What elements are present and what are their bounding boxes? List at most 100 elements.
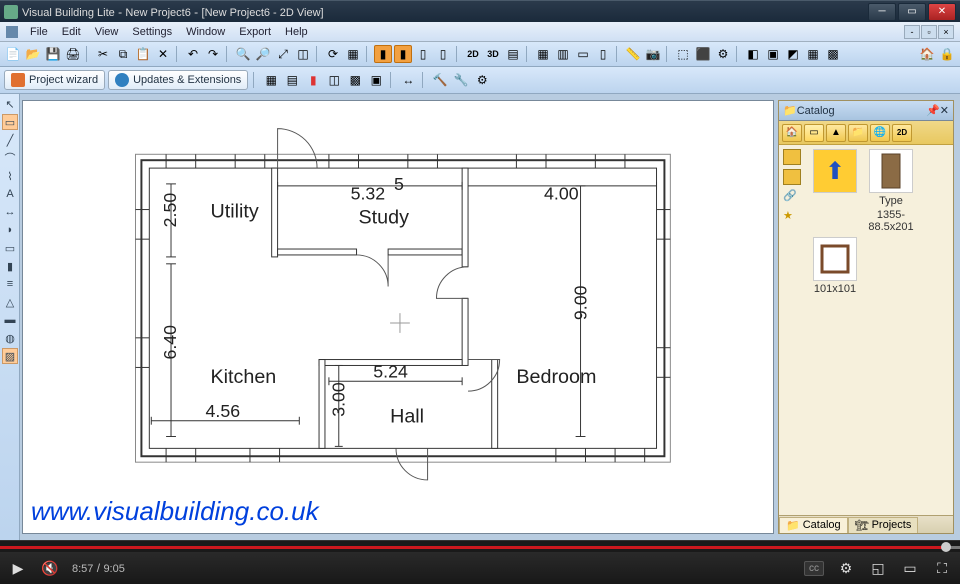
misc1-icon[interactable]: ◧ xyxy=(744,45,762,63)
home-icon[interactable]: 🏠 xyxy=(918,45,936,63)
tree-link-icon[interactable]: 🔗 xyxy=(783,189,801,205)
play-button[interactable]: ▶ xyxy=(8,558,28,578)
folder-closed-icon[interactable] xyxy=(783,149,801,165)
catalog-item-door[interactable]: 101x101 xyxy=(809,237,861,295)
catalog-header[interactable]: 📁 Catalog 📌 ✕ xyxy=(779,101,953,121)
snap-end-icon[interactable]: ▮ xyxy=(374,45,392,63)
cat-home-icon[interactable]: 🏠 xyxy=(782,124,802,142)
folder-open-icon[interactable] xyxy=(783,169,801,185)
layer-icon[interactable]: ⬚ xyxy=(674,45,692,63)
cat-tab2-icon[interactable]: ▲ xyxy=(826,124,846,142)
pin-icon[interactable]: 📌 xyxy=(926,104,940,117)
select-tool[interactable]: ↖ xyxy=(2,96,18,112)
undo-icon[interactable]: ↶ xyxy=(184,45,202,63)
cat-tab1-icon[interactable]: ▭ xyxy=(804,124,824,142)
door-tool[interactable]: ◗ xyxy=(2,222,18,238)
new-icon[interactable]: 📄 xyxy=(4,45,22,63)
catalog-item-up[interactable]: ⬆ xyxy=(809,149,861,233)
text-tool[interactable]: A xyxy=(2,186,18,202)
catalog-toggle-icon[interactable]: ⬛ xyxy=(694,45,712,63)
lock-icon[interactable]: 🔒 xyxy=(938,45,956,63)
tool-e-icon[interactable]: ▣ xyxy=(367,71,385,89)
dimension-tool[interactable]: ↔ xyxy=(2,204,18,220)
line-tool[interactable]: ╱ xyxy=(2,132,18,148)
menu-file[interactable]: File xyxy=(24,24,54,40)
mdi-minimize-button[interactable]: - xyxy=(904,25,920,39)
menu-edit[interactable]: Edit xyxy=(56,24,87,40)
zoom-window-icon[interactable]: ◫ xyxy=(294,45,312,63)
menu-window[interactable]: Window xyxy=(180,24,231,40)
cat-tab5-icon[interactable]: 2D xyxy=(892,124,912,142)
print-icon[interactable]: 🖨 xyxy=(64,45,82,63)
catalog-tab[interactable]: 📁Catalog xyxy=(779,517,848,533)
window-horiz-icon[interactable]: ▭ xyxy=(574,45,592,63)
grid-icon[interactable]: ▦ xyxy=(344,45,362,63)
quality-button[interactable]: ⚙ xyxy=(836,558,856,578)
stair-tool[interactable]: ≡ xyxy=(2,276,18,292)
wall-tool[interactable]: ▭ xyxy=(2,114,18,130)
redo-icon[interactable]: ↷ xyxy=(204,45,222,63)
video-seekbar[interactable] xyxy=(0,540,960,552)
camera-icon[interactable]: 📷 xyxy=(644,45,662,63)
zoom-extents-icon[interactable]: ⤢ xyxy=(274,45,292,63)
view2d-icon[interactable]: 2D xyxy=(464,45,482,63)
menu-view[interactable]: View xyxy=(89,24,125,40)
snap-int-icon[interactable]: ▯ xyxy=(434,45,452,63)
drawing-canvas[interactable]: 2.50 5.32 5 4.00 6.40 9.00 4.56 5.24 3.0… xyxy=(22,100,774,534)
terrain-tool[interactable]: ◍ xyxy=(2,330,18,346)
mute-button[interactable]: 🔇 xyxy=(40,558,60,578)
tool-wrench-icon[interactable]: 🔧 xyxy=(452,71,470,89)
updates-button[interactable]: Updates & Extensions xyxy=(108,70,248,90)
window-tool[interactable]: ▭ xyxy=(2,240,18,256)
snap-perp-icon[interactable]: ▯ xyxy=(414,45,432,63)
popout-button[interactable]: ◱ xyxy=(868,558,888,578)
arc-tool[interactable]: ⌒ xyxy=(2,150,18,166)
fullscreen-button[interactable]: ⛶ xyxy=(932,558,952,578)
close-button[interactable]: ✕ xyxy=(928,3,956,21)
tree-person-icon[interactable]: ★ xyxy=(783,209,801,225)
paste-icon[interactable]: 📋 xyxy=(134,45,152,63)
window-cascade-icon[interactable]: ▥ xyxy=(554,45,572,63)
window-tile-icon[interactable]: ▦ xyxy=(534,45,552,63)
save-icon[interactable]: 💾 xyxy=(44,45,62,63)
refresh-icon[interactable]: ⟳ xyxy=(324,45,342,63)
seek-thumb[interactable] xyxy=(941,542,951,552)
snap-mid-icon[interactable]: ▮ xyxy=(394,45,412,63)
copy-icon[interactable]: ⧉ xyxy=(114,45,132,63)
roof-tool[interactable]: △ xyxy=(2,294,18,310)
tool-flag-icon[interactable]: ▮ xyxy=(304,71,322,89)
titlebar[interactable]: Visual Building Lite - New Project6 - [N… xyxy=(0,0,960,22)
polyline-tool[interactable]: ⌇ xyxy=(2,168,18,184)
menu-help[interactable]: Help xyxy=(279,24,314,40)
mdi-restore-button[interactable]: ▫ xyxy=(921,25,937,39)
panel-close-icon[interactable]: ✕ xyxy=(940,104,949,117)
tool-c-icon[interactable]: ◫ xyxy=(325,71,343,89)
tool-a-icon[interactable]: ▦ xyxy=(262,71,280,89)
view-section-icon[interactable]: ▤ xyxy=(504,45,522,63)
misc4-icon[interactable]: ▦ xyxy=(804,45,822,63)
window-vert-icon[interactable]: ▯ xyxy=(594,45,612,63)
tool-hammer-icon[interactable]: 🔨 xyxy=(431,71,449,89)
zoom-out-icon[interactable]: 🔎 xyxy=(254,45,272,63)
column-tool[interactable]: ▮ xyxy=(2,258,18,274)
menu-settings[interactable]: Settings xyxy=(126,24,178,40)
slab-tool[interactable]: ▬ xyxy=(2,312,18,328)
theater-button[interactable]: ▭ xyxy=(900,558,920,578)
options-icon[interactable]: ⚙ xyxy=(714,45,732,63)
open-icon[interactable]: 📂 xyxy=(24,45,42,63)
zoom-in-icon[interactable]: 🔍 xyxy=(234,45,252,63)
tool-b-icon[interactable]: ▤ xyxy=(283,71,301,89)
tool-gear-icon[interactable]: ⚙ xyxy=(473,71,491,89)
cat-tab4-icon[interactable]: 🌐 xyxy=(870,124,890,142)
cut-icon[interactable]: ✂ xyxy=(94,45,112,63)
project-wizard-button[interactable]: Project wizard xyxy=(4,70,105,90)
misc5-icon[interactable]: ▩ xyxy=(824,45,842,63)
tool-arrow-icon[interactable]: ↔ xyxy=(399,71,417,89)
mdi-close-button[interactable]: × xyxy=(938,25,954,39)
view3d-icon[interactable]: 3D xyxy=(484,45,502,63)
maximize-button[interactable]: ▭ xyxy=(898,3,926,21)
misc3-icon[interactable]: ◩ xyxy=(784,45,802,63)
tool-d-icon[interactable]: ▩ xyxy=(346,71,364,89)
catalog-item-type[interactable]: Type 1355-88.5x201 xyxy=(865,149,917,233)
misc2-icon[interactable]: ▣ xyxy=(764,45,782,63)
